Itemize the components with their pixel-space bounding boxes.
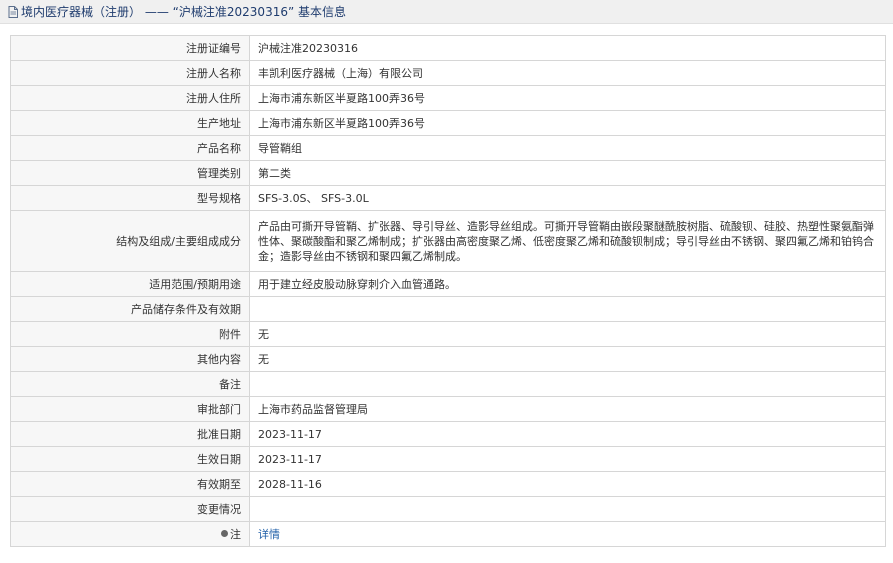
row-label: 产品名称 — [10, 135, 250, 161]
header-registration-number: “沪械注准20230316” — [172, 5, 295, 19]
row-label: 生产地址 — [10, 110, 250, 136]
row-value: 无 — [249, 346, 886, 372]
table-row: 注册证编号 沪械注准20230316 — [10, 35, 886, 61]
row-value: 2028-11-16 — [249, 471, 886, 497]
table-row: 附件 无 — [10, 321, 886, 347]
note-icon — [221, 530, 228, 537]
row-value: 用于建立经皮股动脉穿刺介入血管通路。 — [249, 271, 886, 297]
row-label: 生效日期 — [10, 446, 250, 472]
details-link[interactable]: 详情 — [258, 528, 280, 541]
row-label: 适用范围/预期用途 — [10, 271, 250, 297]
table-row: 注册人住所 上海市浦东新区半夏路100弄36号 — [10, 85, 886, 111]
registration-detail-table: 注册证编号 沪械注准20230316 注册人名称 丰凯利医疗器械（上海）有限公司… — [10, 35, 886, 547]
row-value: SFS-3.0S、 SFS-3.0L — [249, 185, 886, 211]
row-value: 上海市浦东新区半夏路100弄36号 — [249, 85, 886, 111]
table-row: 注册人名称 丰凯利医疗器械（上海）有限公司 — [10, 60, 886, 86]
row-label: 有效期至 — [10, 471, 250, 497]
row-value: 产品由可撕开导管鞘、扩张器、导引导丝、造影导丝组成。可撕开导管鞘由嵌段聚醚酰胺树… — [249, 210, 886, 272]
row-value: 2023-11-17 — [249, 421, 886, 447]
row-value — [249, 371, 886, 397]
row-value — [249, 296, 886, 322]
row-value: 上海市浦东新区半夏路100弄36号 — [249, 110, 886, 136]
row-label: 产品储存条件及有效期 — [10, 296, 250, 322]
note-label-cell: 注 — [10, 521, 250, 547]
row-value: 丰凯利医疗器械（上海）有限公司 — [249, 60, 886, 86]
table-row: 产品储存条件及有效期 — [10, 296, 886, 322]
table-row: 批准日期 2023-11-17 — [10, 421, 886, 447]
table-row: 生效日期 2023-11-17 — [10, 446, 886, 472]
row-value: 无 — [249, 321, 886, 347]
note-row: 注 详情 — [10, 521, 886, 547]
table-row: 备注 — [10, 371, 886, 397]
row-label: 型号规格 — [10, 185, 250, 211]
table-row: 适用范围/预期用途 用于建立经皮股动脉穿刺介入血管通路。 — [10, 271, 886, 297]
table-row: 管理类别 第二类 — [10, 160, 886, 186]
table-row: 审批部门 上海市药品监督管理局 — [10, 396, 886, 422]
header-suffix: 基本信息 — [298, 5, 347, 19]
page-header: 境内医疗器械（注册） —— “沪械注准20230316” 基本信息 — [0, 0, 893, 24]
row-label: 批准日期 — [10, 421, 250, 447]
row-label: 结构及组成/主要组成成分 — [10, 210, 250, 272]
row-value: 2023-11-17 — [249, 446, 886, 472]
row-label: 管理类别 — [10, 160, 250, 186]
row-label: 备注 — [10, 371, 250, 397]
row-value: 沪械注准20230316 — [249, 35, 886, 61]
table-row: 生产地址 上海市浦东新区半夏路100弄36号 — [10, 110, 886, 136]
row-value: 第二类 — [249, 160, 886, 186]
table-row: 其他内容 无 — [10, 346, 886, 372]
row-label: 注册人名称 — [10, 60, 250, 86]
note-value-cell: 详情 — [249, 521, 886, 547]
table-row: 产品名称 导管鞘组 — [10, 135, 886, 161]
row-label: 审批部门 — [10, 396, 250, 422]
row-value: 导管鞘组 — [249, 135, 886, 161]
row-label: 变更情况 — [10, 496, 250, 522]
header-category: 境内医疗器械（注册） — [21, 5, 142, 19]
header-separator: —— — [144, 4, 169, 19]
row-value: 上海市药品监督管理局 — [249, 396, 886, 422]
table-row: 型号规格 SFS-3.0S、 SFS-3.0L — [10, 185, 886, 211]
note-label: 注 — [230, 527, 241, 541]
table-row: 结构及组成/主要组成成分 产品由可撕开导管鞘、扩张器、导引导丝、造影导丝组成。可… — [10, 210, 886, 272]
row-value — [249, 496, 886, 522]
row-label: 其他内容 — [10, 346, 250, 372]
document-icon — [8, 5, 18, 18]
row-label: 附件 — [10, 321, 250, 347]
table-row: 有效期至 2028-11-16 — [10, 471, 886, 497]
table-row: 变更情况 — [10, 496, 886, 522]
row-label: 注册证编号 — [10, 35, 250, 61]
row-label: 注册人住所 — [10, 85, 250, 111]
